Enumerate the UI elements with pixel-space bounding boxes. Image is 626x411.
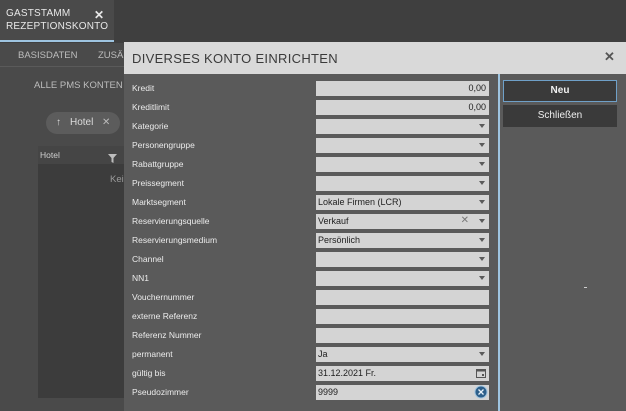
kategorie-field[interactable] xyxy=(316,119,489,134)
grid-column-hotel: Hotel xyxy=(40,150,60,160)
chip-label: Hotel xyxy=(70,117,94,128)
subtab-divider xyxy=(0,66,126,67)
chevron-down-icon[interactable] xyxy=(479,162,485,166)
dialog-separator xyxy=(498,74,500,411)
marktsegment-label: Marktsegment xyxy=(132,197,186,207)
dialog-close-icon[interactable]: ✕ xyxy=(604,49,615,65)
channel-field[interactable] xyxy=(316,252,489,267)
sort-up-icon: ↑ xyxy=(56,117,61,128)
chevron-down-icon[interactable] xyxy=(479,257,485,261)
clear-icon[interactable]: ✕ xyxy=(461,215,469,226)
vouchernummer-label: Vouchernummer xyxy=(132,292,195,302)
chip-remove-icon[interactable]: ✕ xyxy=(102,117,110,128)
kreditlimit-field[interactable]: 0,00 xyxy=(316,100,489,115)
preissegment-label: Preissegment xyxy=(132,178,184,188)
chevron-down-icon[interactable] xyxy=(479,200,485,204)
tab-close-icon[interactable]: ✕ xyxy=(94,8,104,22)
chevron-down-icon[interactable] xyxy=(479,143,485,147)
kreditlimit-label: Kreditlimit xyxy=(132,102,170,112)
gueltig-bis-value: 31.12.2021 Fr. xyxy=(318,368,377,378)
pseudozimmer-field[interactable]: 9999 xyxy=(316,385,489,400)
tab-title-line1: GASTSTAMM xyxy=(6,8,71,19)
kredit-label: Kredit xyxy=(132,83,155,93)
personengruppe-field[interactable] xyxy=(316,138,489,153)
externe-referenz-label: externe Referenz xyxy=(132,311,198,321)
gueltig-bis-field[interactable]: 31.12.2021 Fr. xyxy=(316,366,489,381)
filter-chip-hotel[interactable]: ↑ Hotel ✕ xyxy=(46,112,120,134)
dialog-title: DIVERSES KONTO EINRICHTEN xyxy=(132,51,338,66)
chevron-down-icon[interactable] xyxy=(479,276,485,280)
pseudozimmer-label: Pseudozimmer xyxy=(132,387,189,397)
marktsegment-field[interactable]: Lokale Firmen (LCR) xyxy=(316,195,489,210)
filter-icon[interactable] xyxy=(108,150,117,168)
nn1-field[interactable] xyxy=(316,271,489,286)
close-button[interactable]: Schließen xyxy=(503,105,617,127)
subtab-basisdaten[interactable]: BASISDATEN xyxy=(18,50,77,61)
kredit-field[interactable]: 0,00 xyxy=(316,81,489,96)
marktsegment-value: Lokale Firmen (LCR) xyxy=(318,197,402,207)
grid-empty-text: Kei xyxy=(110,174,124,185)
rabattgruppe-field[interactable] xyxy=(316,157,489,172)
chevron-down-icon[interactable] xyxy=(479,124,485,128)
kredit-value: 0,00 xyxy=(468,83,486,93)
referenz-nummer-label: Referenz Nummer xyxy=(132,330,202,340)
nn1-label: NN1 xyxy=(132,273,150,283)
reservierungsmedium-value: Persönlich xyxy=(318,235,361,245)
chevron-down-icon[interactable] xyxy=(479,352,485,356)
reservierungsmedium-label: Reservierungsmedium xyxy=(132,235,218,245)
personengruppe-label: Personengruppe xyxy=(132,140,195,150)
permanent-value: Ja xyxy=(318,349,328,359)
chevron-down-icon[interactable] xyxy=(479,238,485,242)
externe-referenz-field[interactable] xyxy=(316,309,489,324)
reservierungsquelle-label: Reservierungsquelle xyxy=(132,216,210,226)
reservierungsmedium-field[interactable]: Persönlich xyxy=(316,233,489,248)
calendar-icon[interactable] xyxy=(476,368,486,380)
channel-label: Channel xyxy=(132,254,164,264)
vouchernummer-field[interactable] xyxy=(316,290,489,305)
permanent-label: permanent xyxy=(132,349,173,359)
rabattgruppe-label: Rabattgruppe xyxy=(132,159,184,169)
pseudozimmer-value: 9999 xyxy=(318,387,339,397)
tab-title-line2: REZEPTIONSKONTO xyxy=(6,21,109,32)
gueltig-bis-label: gültig bis xyxy=(132,368,166,378)
clear-circle-icon[interactable] xyxy=(474,385,488,401)
chevron-down-icon[interactable] xyxy=(479,181,485,185)
section-title: ALLE PMS KONTEN xyxy=(34,80,123,91)
kategorie-label: Kategorie xyxy=(132,121,169,131)
subtab-zusatz[interactable]: ZUSÄ xyxy=(98,50,123,61)
chevron-down-icon[interactable] xyxy=(479,219,485,223)
preissegment-field[interactable] xyxy=(316,176,489,191)
kreditlimit-value: 0,00 xyxy=(468,102,486,112)
permanent-field[interactable]: Ja xyxy=(316,347,489,362)
referenz-nummer-field[interactable] xyxy=(316,328,489,343)
reservierungsquelle-field[interactable]: Verkauf ✕ xyxy=(316,214,489,229)
dash-mark xyxy=(584,287,587,288)
new-button[interactable]: Neu xyxy=(503,80,617,102)
reservierungsquelle-value: Verkauf xyxy=(318,216,349,226)
